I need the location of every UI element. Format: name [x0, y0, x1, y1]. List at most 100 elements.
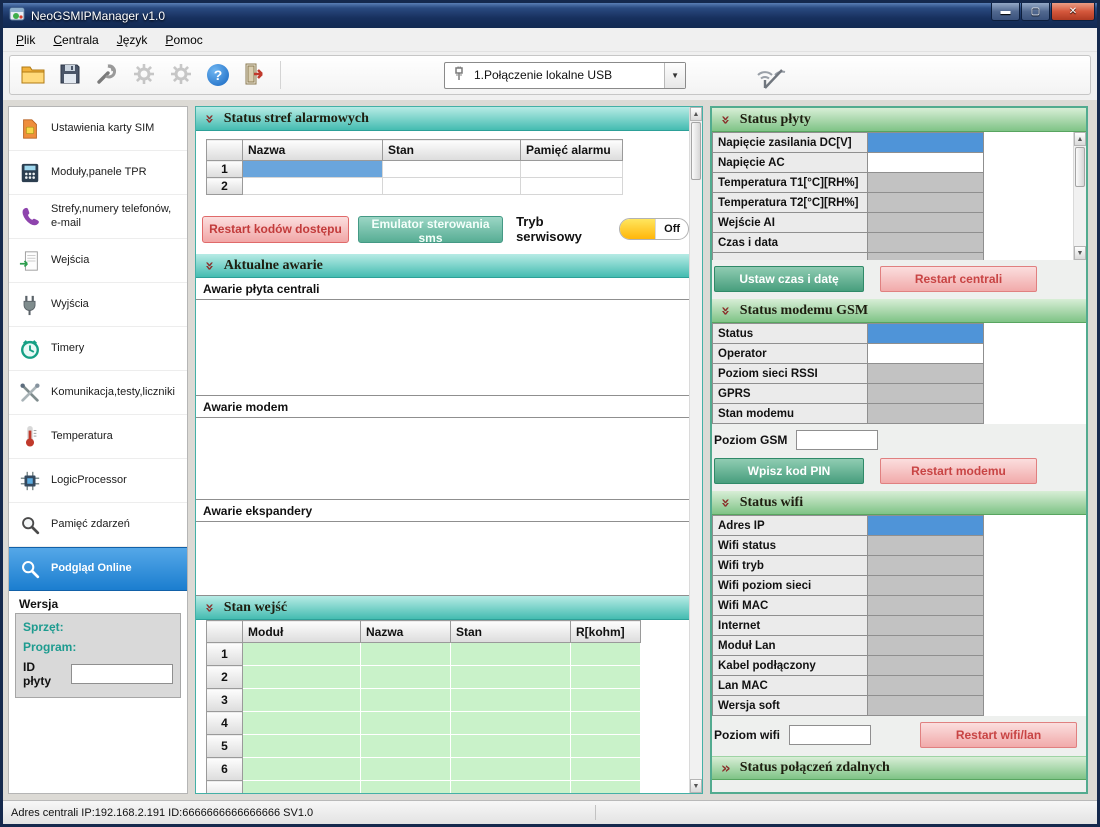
- zones-section-header[interactable]: » Status stref alarmowych: [196, 107, 689, 131]
- inputs-cell[interactable]: [361, 689, 451, 712]
- enter-pin-button[interactable]: Wpisz kod PIN: [714, 458, 864, 484]
- scroll-thumb[interactable]: [1075, 147, 1085, 187]
- gear-icon: [132, 62, 156, 89]
- sidebar-item-timery[interactable]: Timery: [9, 327, 187, 371]
- inputs-cell[interactable]: [361, 781, 451, 795]
- gsm-level-input[interactable]: [796, 430, 878, 450]
- title-bar: NeoGSMIPManager v1.0 ▬ ▢ ✕: [3, 3, 1097, 28]
- scroll-thumb[interactable]: [691, 122, 701, 180]
- service-mode-toggle[interactable]: Off: [619, 218, 689, 240]
- sms-emulator-button[interactable]: Emulator sterowania sms: [358, 216, 503, 243]
- wifi-level-input[interactable]: [789, 725, 871, 745]
- inputs-cell[interactable]: [243, 712, 361, 735]
- sidebar-item-podglad-online[interactable]: Podgląd Online: [9, 547, 187, 591]
- inputs-cell[interactable]: [243, 643, 361, 666]
- inputs-cell[interactable]: [571, 735, 641, 758]
- inputs-cell[interactable]: [571, 781, 641, 795]
- main-scrollbar[interactable]: ▲ ▼: [689, 107, 702, 793]
- help-button[interactable]: ?: [201, 59, 235, 91]
- sidebar-item-tpr[interactable]: Moduły,panele TPR: [9, 151, 187, 195]
- scroll-down-button[interactable]: ▼: [1074, 246, 1086, 260]
- inputs-cell[interactable]: [451, 781, 571, 795]
- zones-cell[interactable]: [521, 178, 623, 195]
- connection-dropdown[interactable]: 1.Połączenie lokalne USB ▼: [444, 62, 686, 89]
- close-button[interactable]: ✕: [1051, 3, 1095, 21]
- status-row: Moduł Lan: [712, 635, 1086, 656]
- inputs-cell[interactable]: [243, 689, 361, 712]
- sim-card-icon: [17, 117, 43, 141]
- menu-pomoc[interactable]: Pomoc: [156, 30, 211, 50]
- sidebar-item-sim[interactable]: Ustawienia karty SIM: [9, 107, 187, 151]
- sidebar-item-temperatura[interactable]: Temperatura: [9, 415, 187, 459]
- status-row: Napięcie zasilania DC[V]: [712, 132, 1086, 153]
- exit-button[interactable]: [238, 59, 272, 91]
- inputs-cell[interactable]: [571, 689, 641, 712]
- inputs-cell[interactable]: [361, 712, 451, 735]
- sidebar-item-komunikacja[interactable]: Komunikacja,testy,liczniki: [9, 371, 187, 415]
- sidebar-item-logicprocessor[interactable]: LogicProcessor: [9, 459, 187, 503]
- inputs-cell[interactable]: [451, 735, 571, 758]
- inputs-cell[interactable]: [361, 666, 451, 689]
- board-status-header[interactable]: » Status płyty: [712, 108, 1086, 132]
- status-row-value: [867, 343, 984, 364]
- inputs-cell[interactable]: [243, 735, 361, 758]
- inputs-cell[interactable]: [571, 643, 641, 666]
- inputs-cell[interactable]: [451, 666, 571, 689]
- gsm-status-header[interactable]: » Status modemu GSM: [712, 299, 1086, 323]
- inputs-cell[interactable]: [451, 712, 571, 735]
- status-row-value: [867, 675, 984, 696]
- zones-cell[interactable]: [243, 178, 383, 195]
- board-scrollbar[interactable]: ▲ ▼: [1073, 132, 1086, 260]
- scroll-down-button[interactable]: ▼: [690, 779, 702, 793]
- zone-controls-row: Restart kodów dostępu Emulator sterowani…: [196, 195, 689, 254]
- inputs-cell[interactable]: [451, 758, 571, 781]
- inputs-cell[interactable]: [243, 781, 361, 795]
- zones-cell[interactable]: [521, 161, 623, 178]
- zones-cell[interactable]: [383, 178, 521, 195]
- inputs-cell[interactable]: [243, 758, 361, 781]
- inputs-cell[interactable]: [361, 735, 451, 758]
- chevron-down-icon: ▼: [664, 63, 685, 88]
- sidebar-item-wyjscia[interactable]: Wyjścia: [9, 283, 187, 327]
- restart-wifi-button[interactable]: Restart wifi/lan: [920, 722, 1077, 748]
- remote-connections-header[interactable]: » Status połączeń zdalnych: [712, 756, 1086, 780]
- settings-wrench-button[interactable]: [90, 59, 124, 91]
- menu-jezyk[interactable]: Język: [108, 30, 157, 50]
- inputs-row-number: 1: [207, 643, 243, 666]
- magnifier-icon: [17, 513, 43, 537]
- inputs-cell[interactable]: [571, 666, 641, 689]
- inputs-cell[interactable]: [451, 643, 571, 666]
- faults-section-header[interactable]: » Aktualne awarie: [196, 254, 689, 278]
- minimize-button[interactable]: ▬: [991, 3, 1020, 21]
- maximize-button[interactable]: ▢: [1021, 3, 1050, 21]
- restart-board-button[interactable]: Restart centrali: [880, 266, 1037, 292]
- menu-plik[interactable]: Plik: [7, 30, 44, 50]
- set-time-button[interactable]: Ustaw czas i datę: [714, 266, 864, 292]
- inputs-section-header[interactable]: » Stan wejść: [196, 596, 689, 620]
- status-text: Adres centrali IP:192.168.2.191 ID:66666…: [11, 807, 313, 819]
- status-row: Wersja soft: [712, 695, 1086, 716]
- sidebar-item-pamiec[interactable]: Pamięć zdarzeń: [9, 503, 187, 547]
- menu-centrala[interactable]: Centrala: [44, 30, 107, 50]
- scroll-up-button[interactable]: ▲: [1074, 132, 1086, 146]
- scroll-up-button[interactable]: ▲: [690, 107, 702, 121]
- zones-cell-selected[interactable]: [243, 161, 383, 178]
- inputs-cell[interactable]: [361, 758, 451, 781]
- zones-cell[interactable]: [383, 161, 521, 178]
- board-id-input[interactable]: [71, 664, 173, 684]
- gear-button-1[interactable]: [127, 59, 161, 91]
- inputs-cell[interactable]: [243, 666, 361, 689]
- wifi-status-header[interactable]: » Status wifi: [712, 491, 1086, 515]
- inputs-cell[interactable]: [451, 689, 571, 712]
- sidebar-item-strefy[interactable]: Strefy,numery telefonów, e-mail: [9, 195, 187, 239]
- inputs-cell[interactable]: [571, 758, 641, 781]
- restart-modem-button[interactable]: Restart modemu: [880, 458, 1037, 484]
- inputs-cell[interactable]: [571, 712, 641, 735]
- gear-button-2[interactable]: [164, 59, 198, 91]
- restart-access-codes-button[interactable]: Restart kodów dostępu: [202, 216, 349, 243]
- open-folder-button[interactable]: [16, 59, 50, 91]
- save-button[interactable]: [53, 59, 87, 91]
- inputs-cell[interactable]: [361, 643, 451, 666]
- status-row-label: Napięcie zasilania DC[V]: [712, 132, 868, 153]
- sidebar-item-wejscia[interactable]: Wejścia: [9, 239, 187, 283]
